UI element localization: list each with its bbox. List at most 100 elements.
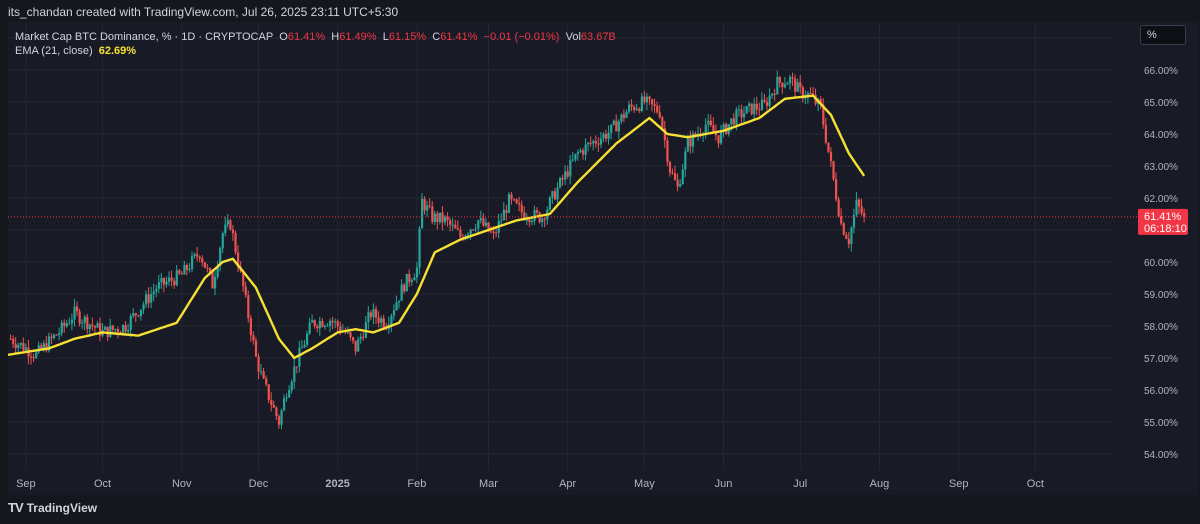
candle-body [735,109,738,125]
bar-countdown: 06:18:10 [1144,223,1187,235]
candle-body [60,322,63,334]
candle-body [561,177,564,180]
candle-body [707,120,710,125]
candle-body [783,84,787,88]
candle-body [850,227,853,245]
x-tick-label: Oct [94,478,111,490]
candle-body [12,338,15,345]
candle-body [610,124,613,133]
symbol-name[interactable]: Market Cap BTC Dominance, % · 1D · CRYPT… [15,31,273,43]
candle-body [553,191,557,200]
ema-label[interactable]: EMA (21, close) [15,45,93,57]
candle-body [668,161,672,173]
candle-body [794,78,797,92]
candle-body [160,277,163,283]
candle-body [436,213,439,223]
candle-body [285,397,288,399]
y-tick-label: 55.00% [1144,418,1178,429]
candle-body [758,109,761,111]
candle-body [303,344,306,348]
candle-body [796,82,799,92]
grid-lines [8,22,1112,470]
candle-body [674,173,677,180]
candle-body [65,323,68,327]
candle-body [170,277,173,281]
open-value: 61.41% [287,31,326,43]
candle-body [277,416,281,425]
candle-body [451,224,454,226]
ema-value: 62.69% [98,45,137,57]
y-tick-label: 60.00% [1144,258,1178,269]
candle-body [290,381,293,391]
candle-body [109,325,112,337]
candle-body [855,199,858,215]
candle-body [132,313,135,317]
candle-body [845,234,848,239]
candle-body [863,213,866,217]
close-value: 61.41% [440,31,478,43]
candle-body [645,96,649,103]
candle-body [584,144,587,155]
candle-body [329,320,332,326]
candle-body [415,267,419,278]
candle-body [528,219,531,223]
candle-body [829,151,833,162]
candle-body [262,371,265,379]
candle-body [518,203,521,205]
candle-body [88,324,91,330]
candle-body [513,199,516,201]
price-axis[interactable]: 54.00% 55.00% 56.00% 57.00% 58.00% 59.00% 60.0… [1144,34,1178,461]
candle-body [456,228,459,230]
candle-body [484,222,488,226]
candle-body [231,229,235,234]
y-tick-label: 57.00% [1144,354,1178,365]
y-tick-label: 65.00% [1144,98,1178,109]
candle-body [272,405,275,408]
candle-body [469,229,472,235]
x-tick-label: Jun [715,478,733,490]
candle-body [224,224,227,234]
candle-body [203,262,206,268]
candle-body [426,205,429,211]
candle-body [490,231,493,233]
chart-legend: Market Cap BTC Dominance, % · 1D · CRYPT… [15,30,616,58]
candle-body [313,320,316,327]
candle-body [53,334,56,338]
candle-body [431,206,434,222]
candle-body [576,152,580,154]
unit-button[interactable]: % [1140,25,1186,45]
tradingview-logo-icon: TV [8,500,24,515]
candle-body [50,336,53,338]
candle-body [737,109,741,111]
candle-body [300,347,304,349]
candle-body [321,320,324,327]
candle-body [617,121,620,132]
time-axis[interactable]: Sep Oct Nov Dec 2025 Feb Mar Apr May Jun Jul Aug Sep… [16,478,1044,490]
candle-body [83,316,86,323]
candle-body [129,316,132,330]
candle-body [147,294,150,303]
candle-body [472,229,475,231]
candle-body [564,171,567,180]
candle-body [114,329,117,331]
candle-body [346,332,350,334]
candle-body [32,357,35,359]
btc-dominance-chart[interactable]: 54.00% 55.00% 56.00% 57.00% 58.00% 59.00% 60.0… [0,0,1200,524]
candle-body [352,337,355,341]
candle-body [571,159,574,161]
candle-body [541,218,544,223]
candle-body [566,171,569,177]
candle-body [763,99,766,102]
candle-body [569,160,572,177]
candle-body [648,96,651,100]
x-tick-label: Sep [16,478,36,490]
candle-body [543,218,546,220]
candle-body [827,142,830,152]
candle-body [93,326,97,328]
candle-body [58,333,61,336]
candle-body [860,206,863,214]
candle-body [157,282,160,289]
high-value: 61.49% [339,31,377,43]
candle-body [666,140,669,162]
candle-body [152,291,155,295]
